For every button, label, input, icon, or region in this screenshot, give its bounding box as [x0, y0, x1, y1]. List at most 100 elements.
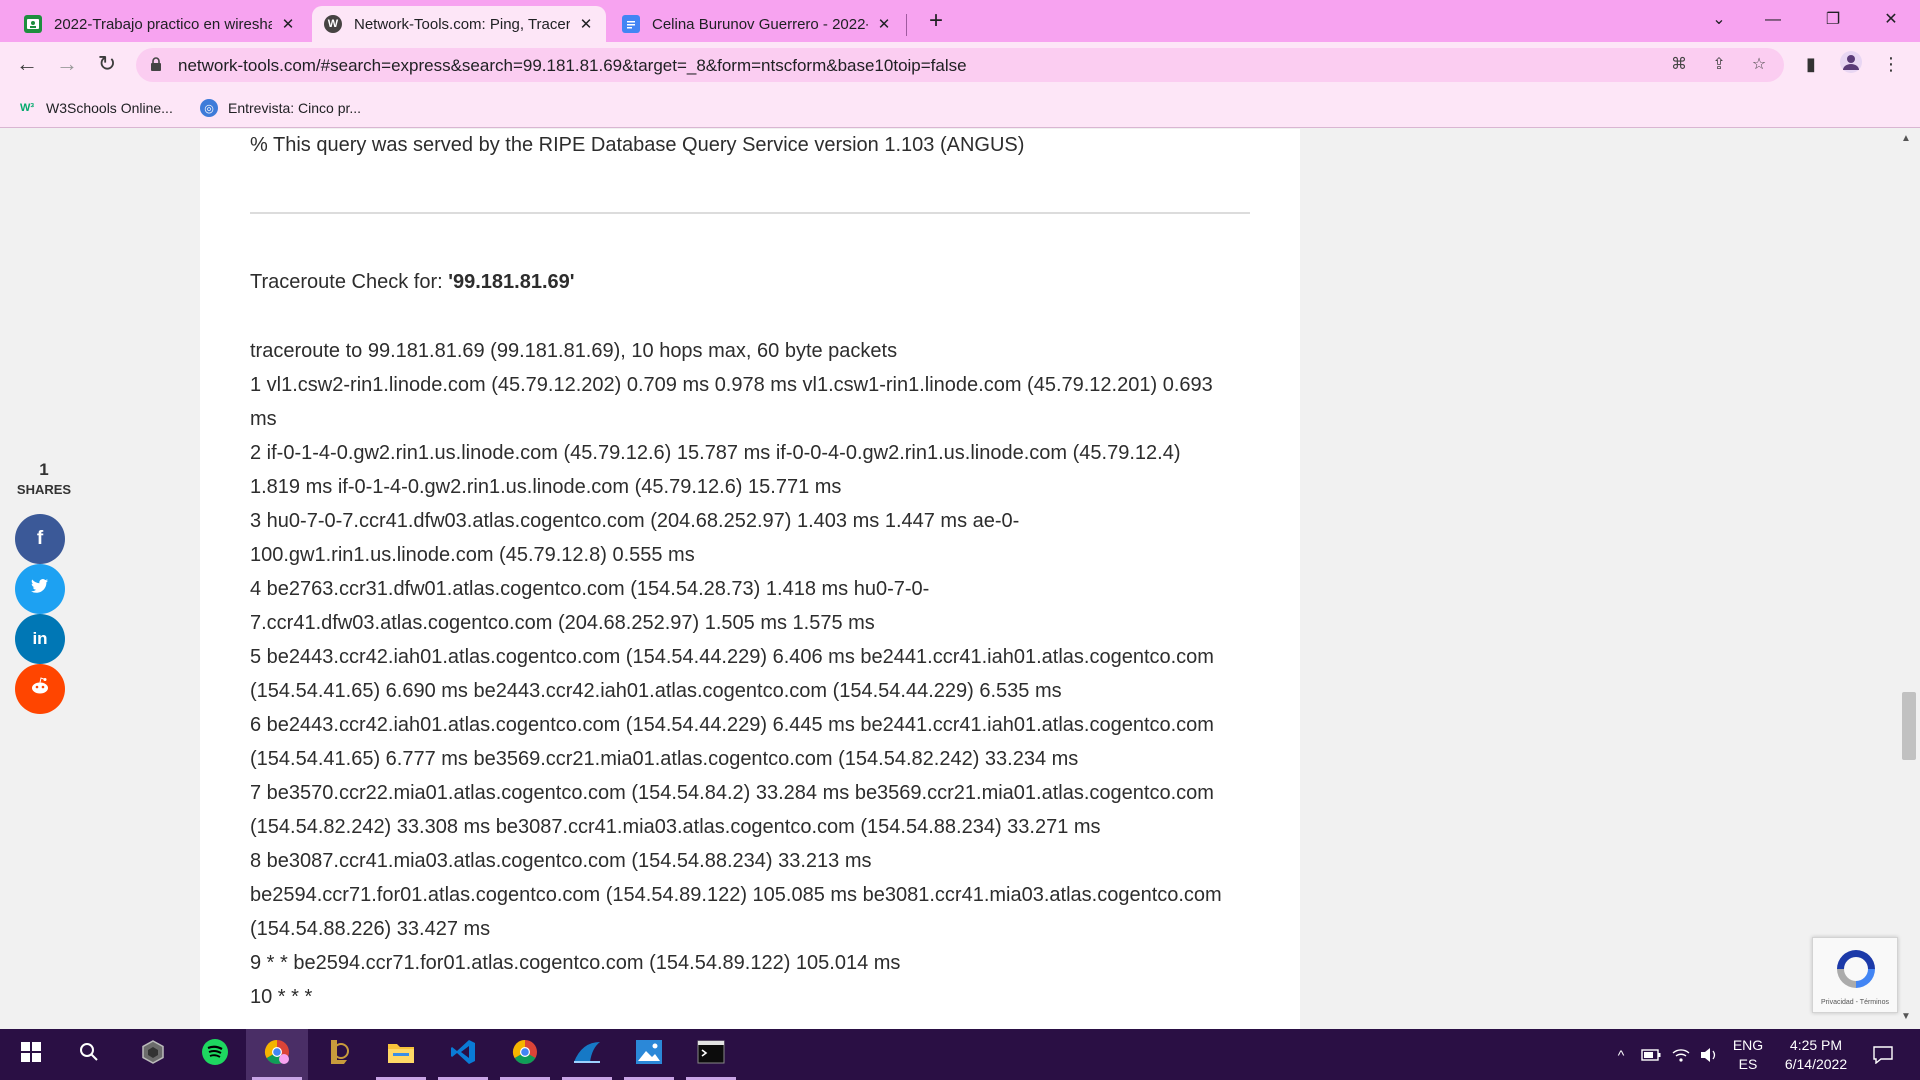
- trace-line: 1 vl1.csw2-rin1.linode.com (45.79.12.202…: [250, 374, 1213, 396]
- trace-line: 6 be2443.ccr42.iah01.atlas.cogentco.com …: [250, 714, 1214, 736]
- back-icon[interactable]: ←: [12, 50, 42, 80]
- start-button[interactable]: [0, 1029, 62, 1080]
- tab-strip: 2022-Trabajo practico en wiresha ✕ W Net…: [0, 0, 1920, 42]
- scrollbar-thumb[interactable]: [1902, 692, 1916, 760]
- recaptcha-label: Privacidad - Términos: [1821, 999, 1889, 1006]
- tray-chevron-icon[interactable]: ^: [1610, 1029, 1632, 1080]
- site-icon: ◎: [200, 99, 218, 117]
- wifi-icon[interactable]: [1668, 1029, 1694, 1080]
- facebook-icon: f: [36, 528, 44, 549]
- chrome-icon: [511, 1038, 539, 1071]
- taskbar-league[interactable]: [308, 1029, 370, 1080]
- forward-icon[interactable]: →: [52, 50, 82, 80]
- photos-icon: [635, 1039, 663, 1070]
- battery-icon[interactable]: [1638, 1029, 1664, 1080]
- twitter-share-button[interactable]: [15, 564, 65, 614]
- taskbar-vscode[interactable]: [432, 1029, 494, 1080]
- taskbar-terminal[interactable]: [680, 1029, 742, 1080]
- bookmark-label: Entrevista: Cinco pr...: [228, 100, 362, 116]
- tab-title: Celina Burunov Guerrero - 2022-: [652, 15, 868, 33]
- clock-time: 4:25 PM: [1789, 1037, 1843, 1053]
- share-count: 1: [39, 460, 49, 479]
- browser-toolbar: ← → ↻ network-tools.com/#search=express&…: [0, 42, 1920, 88]
- tab-title: Network-Tools.com: Ping, Tracero: [354, 15, 570, 33]
- bookmark-label: W3Schools Online...: [46, 100, 173, 116]
- wordpress-icon: W: [324, 15, 342, 33]
- main-content: % This query was served by the RIPE Data…: [200, 129, 1300, 1029]
- trace-line: 7.ccr41.dfw03.atlas.cogentco.com (204.68…: [250, 612, 875, 634]
- taskbar-chrome-profile[interactable]: [246, 1029, 308, 1080]
- bookmark-star-icon[interactable]: ☆: [1748, 55, 1770, 77]
- search-icon: [79, 1042, 99, 1067]
- divider: [250, 212, 1250, 214]
- restore-icon[interactable]: ❐: [1810, 6, 1856, 36]
- windows-start-icon: [21, 1042, 41, 1067]
- tab-wireshark[interactable]: 2022-Trabajo practico en wiresha ✕: [12, 6, 308, 42]
- spotify-icon: [201, 1038, 229, 1071]
- recaptcha-badge[interactable]: Privacidad - Términos: [1812, 937, 1898, 1013]
- taskbar-spotify[interactable]: [184, 1029, 246, 1080]
- page-viewport: % This query was served by the RIPE Data…: [0, 129, 1920, 1029]
- share-label: SHARES: [16, 482, 72, 497]
- trace-line: 7 be3570.ccr22.mia01.atlas.cogentco.com …: [250, 782, 1214, 804]
- system-clock[interactable]: 4:25 PM 6/14/2022: [1762, 1036, 1870, 1074]
- tab-search-icon[interactable]: ⌄: [1696, 6, 1742, 36]
- share-icon[interactable]: ⇪: [1708, 55, 1730, 77]
- bookmarks-bar: W³ W3Schools Online... ◎ Entrevista: Cin…: [0, 88, 1920, 128]
- close-window-icon[interactable]: ✕: [1868, 6, 1914, 36]
- scroll-up-arrow[interactable]: ▲: [1898, 133, 1914, 147]
- terminal-icon: [697, 1040, 725, 1069]
- close-tab-icon[interactable]: ✕: [278, 15, 298, 33]
- taskbar-app-hex[interactable]: [122, 1029, 184, 1080]
- profile-avatar[interactable]: [1836, 50, 1866, 80]
- reddit-icon: [29, 677, 51, 701]
- trace-line: 8 be3087.ccr41.mia03.atlas.cogentco.com …: [250, 850, 872, 872]
- bookmark-entrevista[interactable]: ◎ Entrevista: Cinco pr...: [200, 97, 361, 119]
- new-tab-button[interactable]: +: [922, 8, 950, 36]
- bookmark-w3schools[interactable]: W³ W3Schools Online...: [18, 97, 173, 119]
- address-bar[interactable]: network-tools.com/#search=express&search…: [136, 48, 1784, 82]
- trace-line: (154.54.41.65) 6.777 ms be3569.ccr21.mia…: [250, 748, 1079, 770]
- trace-line: (154.54.88.226) 33.427 ms: [250, 918, 491, 940]
- facebook-share-button[interactable]: f: [15, 514, 65, 564]
- taskbar-photos[interactable]: [618, 1029, 680, 1080]
- trace-line: (154.54.82.242) 33.308 ms be3087.ccr41.m…: [250, 816, 1101, 838]
- trace-line: 10 * * *: [250, 986, 313, 1008]
- minimize-icon[interactable]: —: [1750, 6, 1796, 36]
- volume-icon[interactable]: [1696, 1029, 1722, 1080]
- menu-kebab-icon[interactable]: ⋮: [1876, 50, 1906, 80]
- traceroute-heading-label: Traceroute Check for:: [250, 271, 449, 293]
- linkedin-share-button[interactable]: in: [15, 614, 65, 664]
- traceroute-heading: Traceroute Check for: '99.181.81.69': [250, 271, 575, 294]
- translate-icon[interactable]: ⌘: [1668, 55, 1690, 77]
- trace-line: 100.gw1.rin1.us.linode.com (45.79.12.8) …: [250, 544, 695, 566]
- reload-icon[interactable]: ↻: [92, 50, 122, 80]
- taskbar-file-explorer[interactable]: [370, 1029, 432, 1080]
- side-panel-icon[interactable]: ▮: [1796, 50, 1826, 80]
- trace-line: be2594.ccr71.for01.atlas.cogentco.com (1…: [250, 884, 1222, 906]
- trace-line: ms: [250, 408, 277, 430]
- url-text[interactable]: network-tools.com/#search=express&search…: [178, 56, 967, 76]
- chrome-profile-icon: [263, 1038, 291, 1071]
- reddit-share-button[interactable]: [15, 664, 65, 714]
- tab-title: 2022-Trabajo practico en wiresha: [54, 15, 272, 33]
- edge-app-icon: [572, 1040, 602, 1069]
- tab-google-doc[interactable]: Celina Burunov Guerrero - 2022- ✕: [610, 6, 904, 42]
- tab-network-tools[interactable]: W Network-Tools.com: Ping, Tracero ✕: [312, 6, 606, 42]
- taskbar-wireshark[interactable]: [556, 1029, 618, 1080]
- traceroute-target: '99.181.81.69': [448, 271, 575, 293]
- scroll-down-arrow[interactable]: ▼: [1898, 1011, 1914, 1025]
- taskbar-chrome[interactable]: [494, 1029, 556, 1080]
- taskbar-search-button[interactable]: [58, 1029, 120, 1080]
- close-tab-icon[interactable]: ✕: [874, 15, 894, 33]
- w3schools-icon: W³: [19, 102, 35, 114]
- recaptcha-icon: [1833, 946, 1879, 997]
- trace-line: 5 be2443.ccr42.iah01.atlas.cogentco.com …: [250, 646, 1214, 668]
- trace-line: 9 * * be2594.ccr71.for01.atlas.cogentco.…: [250, 952, 901, 974]
- trace-line: 1.819 ms if-0-1-4-0.gw2.rin1.us.linode.c…: [250, 476, 842, 498]
- notification-icon[interactable]: [1868, 1029, 1898, 1080]
- trace-line: 3 hu0-7-0-7.ccr41.dfw03.atlas.cogentco.c…: [250, 510, 1020, 532]
- close-tab-icon[interactable]: ✕: [576, 15, 596, 33]
- file-explorer-icon: [387, 1040, 415, 1069]
- clock-date: 6/14/2022: [1784, 1056, 1848, 1072]
